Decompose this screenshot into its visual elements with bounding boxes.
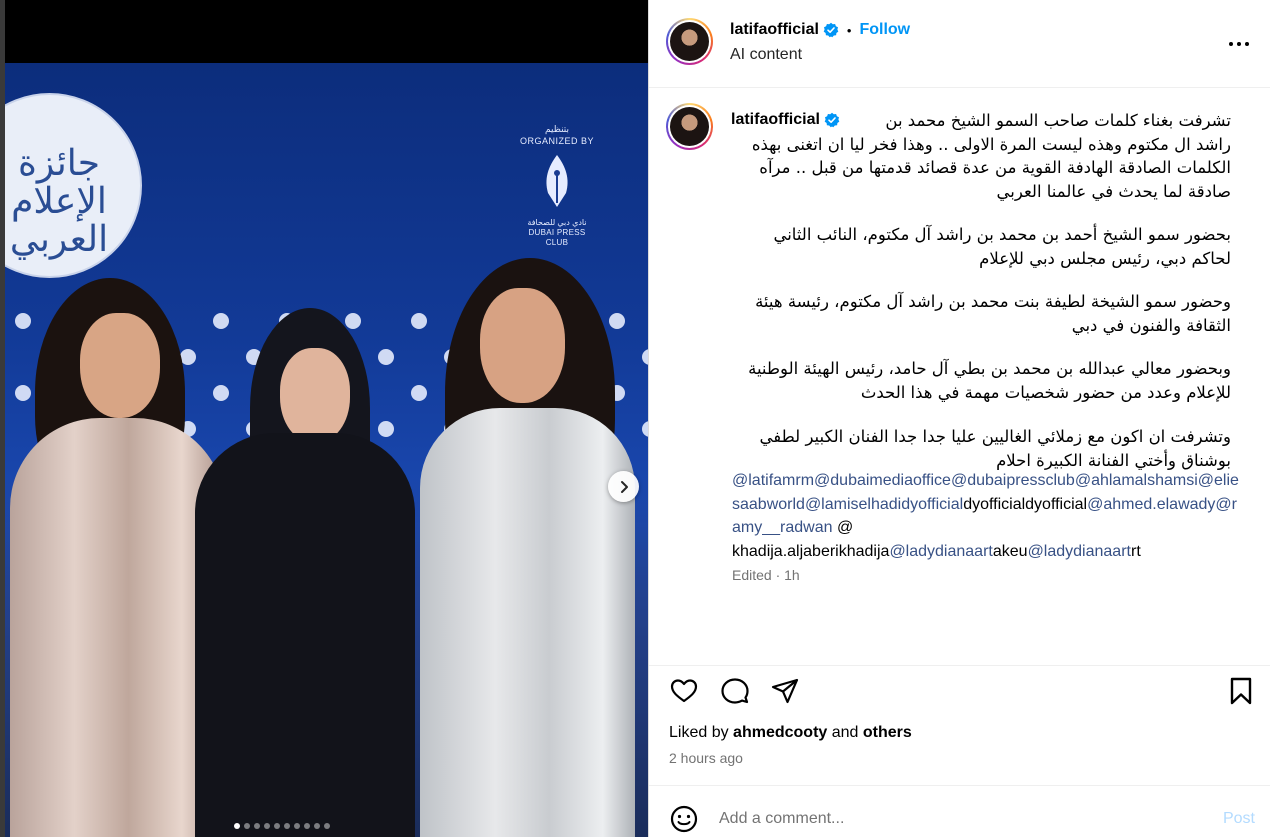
caption-line: وتشرفت ان اكون مع زملائي الغاليين عليا ج…: [759, 427, 1231, 446]
caption-paragraph-4: وبحضور معالي عبدالله بن محمد بن بطي آل ح…: [711, 357, 1231, 404]
share-icon[interactable]: [770, 676, 800, 706]
caption-line: بحضور سمو الشيخ أحمد بن محمد بن راشد آل …: [773, 225, 1231, 244]
caption-text: akeu: [992, 542, 1028, 560]
bookmark-icon[interactable]: [1226, 676, 1256, 706]
carousel-dot: [294, 823, 300, 829]
action-bar: [649, 665, 1270, 715]
caption-text: rt: [1130, 542, 1141, 560]
mention-link[interactable]: @ladydianaart: [1028, 543, 1131, 560]
post-comment-button[interactable]: Post: [1223, 810, 1255, 828]
caption-mentions: @latifamrm@dubaimediaoffice@dubaipresscl…: [732, 469, 1242, 563]
person-right: [405, 258, 645, 837]
liked-others-link[interactable]: others: [863, 724, 912, 741]
caption-avatar[interactable]: [666, 103, 713, 150]
caption-line: وحضور سمو الشيخة لطيفة بنت محمد بن راشد …: [755, 292, 1231, 311]
caption-text: dyofficialdyofficial: [963, 495, 1088, 513]
caption-text: khadija.aljaberikhadija: [732, 542, 890, 560]
chevron-right-icon: [620, 480, 628, 493]
person-middle: [175, 303, 435, 837]
mention-link[interactable]: @ahlamalshamsi: [1075, 472, 1198, 489]
header-avatar[interactable]: [666, 18, 713, 65]
caption-text: @: [832, 519, 854, 536]
post-header: latifaofficial • Follow AI content: [649, 0, 1270, 88]
verified-badge-icon: [823, 22, 839, 38]
caption-paragraph-5: وتشرفت ان اكون مع زملائي الغاليين عليا ج…: [711, 425, 1231, 472]
heart-icon[interactable]: [669, 676, 699, 706]
emoji-icon[interactable]: [669, 804, 699, 834]
liked-prefix: Liked by: [669, 724, 729, 741]
mention-link[interactable]: @ahmed.elawady: [1087, 496, 1215, 513]
carousel-dot: [274, 823, 280, 829]
mention-link[interactable]: @lamiselhadidyofficial: [805, 496, 963, 513]
caption-line: الكلمات الصادقة الهادفة القوية من عدة قص…: [759, 158, 1231, 177]
person-right-face: [480, 288, 565, 403]
club-name-en: DUBAI PRESS CLUB: [528, 228, 586, 247]
mention-link[interactable]: @latifamrm: [732, 472, 814, 489]
caption-line: للإعلام وعدد من حضور شخصيات مهمة في هذا …: [860, 382, 1231, 402]
carousel-dot: [304, 823, 310, 829]
post-panel: latifaofficial • Follow AI content latif…: [648, 0, 1270, 837]
pen-nib-icon: [546, 155, 568, 207]
caption-area: latifaofficial تشرفت بغناء كلمات صاحب ال…: [649, 89, 1270, 665]
caption-line: الثقافة والفنون في دبي: [1071, 315, 1231, 335]
dubai-press-club-logo: بتنظيم ORGANIZED BY نادي دبي للصحافة DUB…: [517, 123, 597, 253]
more-options-icon[interactable]: [1227, 32, 1251, 56]
award-calligraphy: جائزة الإعلام العربي: [9, 143, 109, 260]
edited-timestamp[interactable]: Edited · 1h: [732, 567, 800, 583]
post-photo[interactable]: جائزة الإعلام العربي بتنظيم ORGANIZED BY…: [5, 63, 648, 837]
post-time[interactable]: 2 hours ago: [669, 750, 743, 766]
carousel-dot: [234, 823, 240, 829]
carousel-dot: [244, 823, 250, 829]
follow-button[interactable]: Follow: [859, 21, 910, 39]
post-media: جائزة الإعلام العربي بتنظيم ORGANIZED BY…: [0, 0, 648, 837]
caption-line: صادقة لما يحدث في عالمنا العربي: [996, 181, 1231, 201]
mention-link[interactable]: @dubaipressclub: [951, 472, 1075, 489]
comment-icon[interactable]: [720, 676, 750, 706]
carousel-next-button[interactable]: [608, 471, 639, 502]
person-left-face: [80, 313, 160, 418]
comment-bar: Post: [649, 785, 1270, 837]
caption-line: راشد ال مكتوم وهذه ليست المرة الاولى .. …: [751, 134, 1231, 154]
ai-content-label[interactable]: AI content: [730, 46, 802, 64]
mention-link[interactable]: @dubaimediaoffice: [814, 472, 951, 489]
club-name-ar: نادي دبي للصحافة: [527, 218, 587, 227]
mention-link[interactable]: @ladydianaart: [889, 543, 992, 560]
likes-summary: Liked by ahmedcooty and others: [669, 724, 912, 742]
comment-input[interactable]: [719, 806, 1189, 832]
header-user-row: latifaofficial • Follow: [730, 21, 910, 39]
person-middle-face: [280, 348, 350, 443]
caption-paragraph-1: تشرفت بغناء كلمات صاحب السمو الشيخ محمد …: [711, 109, 1231, 203]
liked-and: and: [831, 724, 859, 741]
caption-line: تشرفت بغناء كلمات صاحب السمو الشيخ محمد …: [885, 111, 1231, 130]
header-username[interactable]: latifaofficial: [730, 21, 819, 39]
organized-by-ar: بتنظيم: [544, 124, 570, 134]
caption-line: لحاكم دبي، رئيس مجلس دبي للإعلام: [979, 248, 1231, 268]
carousel-dot: [284, 823, 290, 829]
liked-user-link[interactable]: ahmedcooty: [733, 724, 827, 741]
carousel-dot: [254, 823, 260, 829]
caption-line: وبحضور معالي عبدالله بن محمد بن بطي آل ح…: [748, 359, 1231, 378]
header-separator: •: [846, 22, 852, 38]
organized-by-en: ORGANIZED BY: [519, 136, 594, 146]
caption-paragraph-3: وحضور سمو الشيخة لطيفة بنت محمد بن راشد …: [711, 290, 1231, 337]
person-right-dress: [420, 408, 635, 837]
carousel-dot: [324, 823, 330, 829]
carousel-dot: [314, 823, 320, 829]
carousel-dot: [264, 823, 270, 829]
arab-media-award-logo: جائزة الإعلام العربي: [5, 93, 142, 278]
carousel-indicator: [234, 823, 330, 829]
person-middle-abaya: [195, 433, 415, 837]
caption-paragraph-2: بحضور سمو الشيخ أحمد بن محمد بن راشد آل …: [711, 223, 1231, 270]
